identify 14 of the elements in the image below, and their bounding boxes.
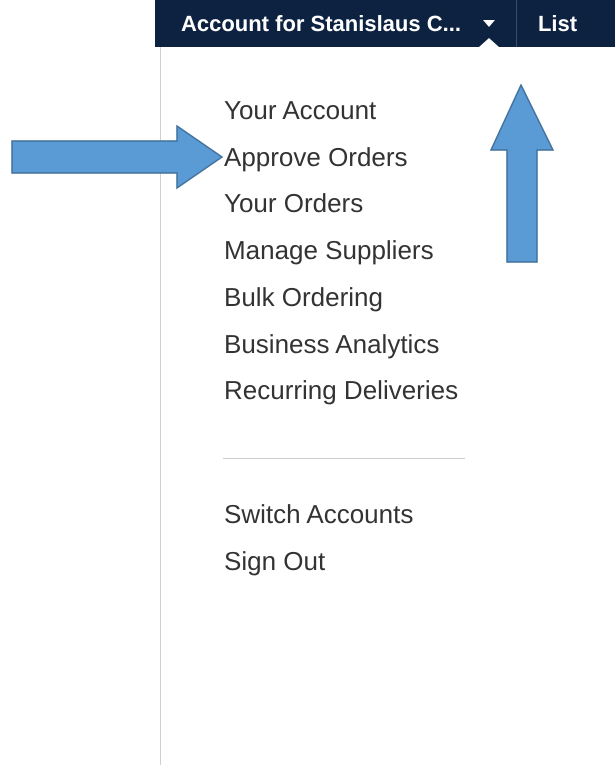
- menu-item[interactable]: Recurring Deliveries: [224, 367, 615, 414]
- pointer-notch-icon: [478, 38, 499, 47]
- menu-item[interactable]: Approve Orders: [224, 134, 615, 180]
- menu-item[interactable]: Your Orders: [224, 180, 615, 228]
- menu-item[interactable]: Bulk Ordering: [224, 274, 615, 321]
- right-arrow-icon: [11, 125, 224, 190]
- menu-item[interactable]: Business Analytics: [224, 320, 615, 368]
- menu-item[interactable]: Your Account: [224, 87, 615, 134]
- caret-icon: [482, 20, 495, 27]
- menu-item[interactable]: Switch Accounts: [224, 490, 615, 538]
- up-arrow-icon: [489, 84, 555, 264]
- lists-link[interactable]: List: [516, 7, 578, 40]
- menu-item[interactable]: Sign Out: [224, 538, 615, 584]
- menu-item[interactable]: Manage Suppliers: [224, 227, 615, 274]
